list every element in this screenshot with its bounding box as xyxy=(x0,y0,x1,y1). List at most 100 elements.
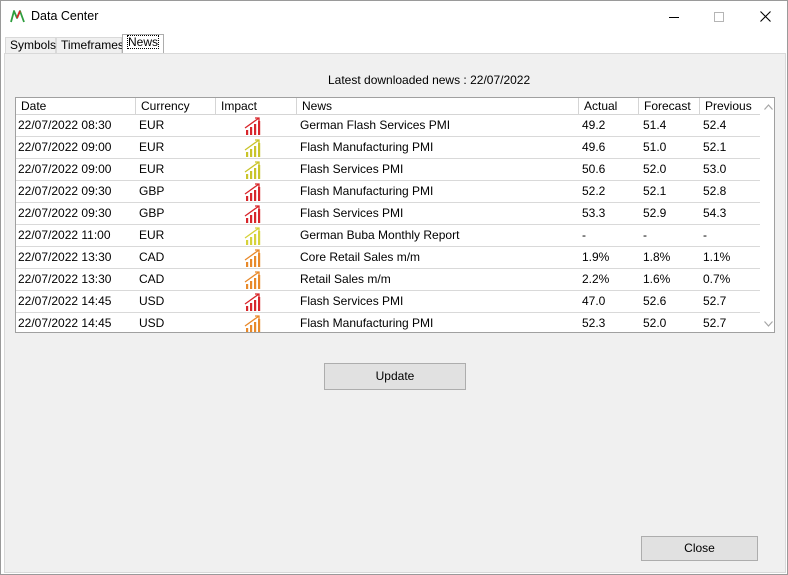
cell-news: Retail Sales m/m xyxy=(300,272,391,286)
table-row[interactable]: 22/07/2022 09:00 EUR Flash Manufacturing P… xyxy=(16,137,760,159)
tab-label: Timeframes xyxy=(61,38,124,52)
latest-downloaded-news-label: Latest downloaded news : 22/07/2022 xyxy=(328,73,531,87)
cell-currency: CAD xyxy=(139,250,165,264)
cell-currency: EUR xyxy=(139,228,165,242)
table-row[interactable]: 22/07/2022 11:00 EUR German Buba Monthly R… xyxy=(16,225,760,247)
close-window-button[interactable] xyxy=(742,1,788,32)
impact-bars-icon xyxy=(244,117,266,135)
table-body: 22/07/2022 08:30 EUR German Flash Services… xyxy=(16,115,760,332)
cell-forecast: 1.6% xyxy=(643,272,671,286)
cell-previous: 52.4 xyxy=(703,118,727,132)
cell-previous: 52.7 xyxy=(703,294,727,308)
table-row[interactable]: 22/07/2022 09:30 GBP Flash Services PMI 53.… xyxy=(16,203,760,225)
tab-symbols[interactable]: Symbols xyxy=(5,37,56,54)
tab-timeframes[interactable]: Timeframes xyxy=(56,37,124,54)
cell-previous: - xyxy=(703,228,707,242)
column-header-date[interactable]: Date xyxy=(16,98,136,115)
column-header-currency[interactable]: Currency xyxy=(136,98,216,115)
table-row[interactable]: 22/07/2022 09:30 GBP Flash Manufacturing P… xyxy=(16,181,760,203)
impact-bars-icon xyxy=(244,205,266,223)
chevron-down-icon xyxy=(763,320,773,327)
cell-date: 22/07/2022 13:30 xyxy=(18,272,112,286)
column-header-previous[interactable]: Previous xyxy=(700,98,760,115)
cell-date: 22/07/2022 09:00 xyxy=(18,140,112,154)
cell-actual: - xyxy=(582,228,586,242)
cell-forecast: 52.1 xyxy=(643,184,667,198)
cell-date: 22/07/2022 08:30 xyxy=(18,118,112,132)
title-bar[interactable]: Data Center xyxy=(1,1,787,32)
news-table[interactable]: Date Currency Impact News Actual Forecas… xyxy=(15,97,775,333)
cell-previous: 52.1 xyxy=(703,140,727,154)
impact-bars-icon xyxy=(244,183,266,201)
minimize-button[interactable] xyxy=(651,1,697,32)
cell-currency: CAD xyxy=(139,272,165,286)
maximize-button[interactable] xyxy=(696,1,742,32)
cell-forecast: 52.0 xyxy=(643,316,667,330)
scroll-up-button[interactable] xyxy=(761,98,774,115)
cell-date: 22/07/2022 14:45 xyxy=(18,294,112,308)
cell-actual: 50.6 xyxy=(582,162,606,176)
cell-actual: 52.3 xyxy=(582,316,606,330)
tab-strip: Symbols Timeframes News xyxy=(3,33,787,54)
cell-previous: 54.3 xyxy=(703,206,727,220)
cell-news: Flash Manufacturing PMI xyxy=(300,184,434,198)
cell-previous: 1.1% xyxy=(703,250,731,264)
cell-news: Flash Services PMI xyxy=(300,294,404,308)
column-header-actual[interactable]: Actual xyxy=(579,98,639,115)
table-header: Date Currency Impact News Actual Forecas… xyxy=(16,98,760,115)
impact-bars-icon xyxy=(244,227,266,245)
table-row[interactable]: 22/07/2022 09:00 EUR Flash Services PMI 50.… xyxy=(16,159,760,181)
cell-actual: 1.9% xyxy=(582,250,610,264)
vertical-scrollbar[interactable] xyxy=(761,98,774,332)
close-icon xyxy=(759,11,771,22)
cell-actual: 2.2% xyxy=(582,272,610,286)
table-row[interactable]: 22/07/2022 13:30 CAD Retail Sales m/m 2.2% 1… xyxy=(16,269,760,291)
data-center-window: Data Center Symbols Timeframes News Late… xyxy=(0,0,788,575)
table-row[interactable]: 22/07/2022 14:45 USD Flash Services PMI 47.… xyxy=(16,291,760,313)
cell-currency: EUR xyxy=(139,118,165,132)
tab-label: News xyxy=(127,35,160,49)
cell-currency: GBP xyxy=(139,184,165,198)
cell-date: 22/07/2022 13:30 xyxy=(18,250,112,264)
column-header-news[interactable]: News xyxy=(297,98,579,115)
table-row[interactable]: 22/07/2022 13:30 CAD Core Retail Sales m/m… xyxy=(16,247,760,269)
maximize-icon xyxy=(714,11,724,22)
table-row[interactable]: 22/07/2022 14:45 USD Flash Manufacturing P… xyxy=(16,313,760,332)
cell-news: German Buba Monthly Report xyxy=(300,228,460,242)
cell-date: 22/07/2022 11:00 xyxy=(18,228,111,242)
cell-forecast: 1.8% xyxy=(643,250,671,264)
chevron-up-icon xyxy=(763,103,773,110)
news-panel: Latest downloaded news : 22/07/2022 Date… xyxy=(4,53,786,573)
cell-news: German Flash Services PMI xyxy=(300,118,451,132)
cell-news: Core Retail Sales m/m xyxy=(300,250,421,264)
cell-forecast: 52.6 xyxy=(643,294,667,308)
cell-forecast: 51.4 xyxy=(643,118,667,132)
cell-actual: 47.0 xyxy=(582,294,606,308)
cell-news: Flash Services PMI xyxy=(300,162,404,176)
cell-currency: GBP xyxy=(139,206,165,220)
scroll-down-button[interactable] xyxy=(761,315,774,332)
cell-date: 22/07/2022 09:30 xyxy=(18,206,112,220)
minimize-icon xyxy=(669,16,679,18)
cell-currency: USD xyxy=(139,294,165,308)
impact-bars-icon xyxy=(244,293,266,311)
cell-date: 22/07/2022 09:30 xyxy=(18,184,112,198)
cell-currency: EUR xyxy=(139,140,165,154)
table-row[interactable]: 22/07/2022 08:30 EUR German Flash Services… xyxy=(16,115,760,137)
cell-forecast: 52.9 xyxy=(643,206,667,220)
impact-bars-icon xyxy=(244,271,266,289)
close-button[interactable]: Close xyxy=(641,536,758,561)
cell-actual: 53.3 xyxy=(582,206,606,220)
update-button[interactable]: Update xyxy=(324,363,466,390)
cell-news: Flash Manufacturing PMI xyxy=(300,140,434,154)
app-logo-icon xyxy=(10,10,25,23)
cell-date: 22/07/2022 09:00 xyxy=(18,162,112,176)
column-header-impact[interactable]: Impact xyxy=(216,98,297,115)
cell-news: Flash Services PMI xyxy=(300,206,404,220)
column-header-forecast[interactable]: Forecast xyxy=(639,98,700,115)
tab-news[interactable]: News xyxy=(122,34,164,53)
cell-previous: 52.7 xyxy=(703,316,727,330)
window-title: Data Center xyxy=(31,9,99,23)
cell-previous: 53.0 xyxy=(703,162,727,176)
impact-bars-icon xyxy=(244,249,266,267)
